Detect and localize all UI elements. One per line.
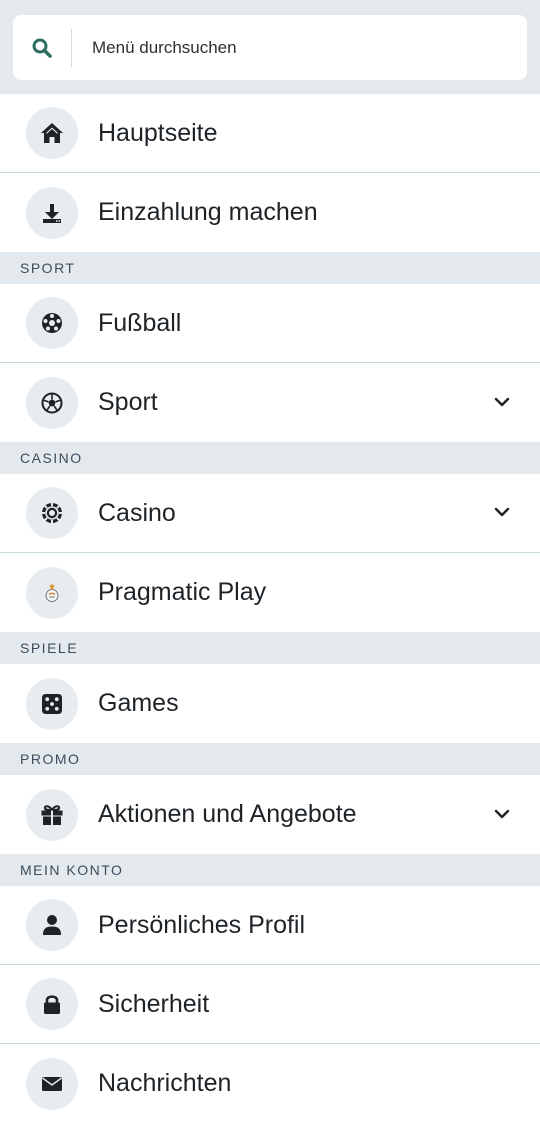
menu-item-profile[interactable]: Persönliches Profil bbox=[0, 886, 540, 965]
menu-item-label: Nachrichten bbox=[98, 1069, 232, 1097]
menu-item-label: Fußball bbox=[98, 308, 182, 337]
dice-icon bbox=[26, 677, 78, 730]
menu-item-label: Games bbox=[98, 689, 179, 717]
menu-item-casino[interactable]: Casino bbox=[0, 474, 540, 553]
menu-item-label: Sicherheit bbox=[98, 989, 210, 1018]
menu-item-pragmatic-play[interactable]: Pragmatic Play bbox=[0, 553, 540, 632]
menu-item-label: Hauptseite bbox=[98, 118, 218, 147]
menu-item-label: Aktionen und Angebote bbox=[98, 800, 357, 828]
menu-item-label: Einzahlung machen bbox=[98, 198, 318, 226]
menu-item-football[interactable]: Fußball bbox=[0, 284, 540, 363]
football-icon bbox=[26, 297, 78, 349]
menu-item-messages[interactable]: Nachrichten bbox=[0, 1044, 540, 1123]
search-input[interactable] bbox=[72, 36, 494, 59]
home-icon bbox=[26, 107, 78, 159]
menu-item-label: Persönliches Profil bbox=[98, 910, 306, 939]
menu-item-label: Pragmatic Play bbox=[98, 578, 267, 606]
soccer-ball-icon bbox=[26, 376, 78, 429]
menu-item-security[interactable]: Sicherheit bbox=[0, 965, 540, 1044]
section-header-casino: CASINO bbox=[0, 442, 540, 474]
download-icon bbox=[26, 186, 78, 239]
chevron-down-icon[interactable] bbox=[494, 507, 510, 517]
menu-item-games[interactable]: Games bbox=[0, 664, 540, 743]
search-area bbox=[0, 0, 540, 94]
search-icon[interactable] bbox=[13, 28, 72, 67]
lock-icon bbox=[26, 978, 78, 1030]
section-header-promo: PROMO bbox=[0, 743, 540, 775]
casino-chip-icon bbox=[26, 487, 78, 539]
section-header-account: MEIN KONTO bbox=[0, 854, 540, 886]
menu-item-label: Sport bbox=[98, 388, 158, 416]
menu-item-label: Casino bbox=[98, 498, 176, 527]
section-header-sport: SPORT bbox=[0, 252, 540, 284]
menu-item-sport[interactable]: Sport bbox=[0, 363, 540, 442]
menu-item-home[interactable]: Hauptseite bbox=[0, 94, 540, 173]
menu-item-promotions[interactable]: Aktionen und Angebote bbox=[0, 775, 540, 854]
gift-icon bbox=[26, 788, 78, 841]
section-header-games: SPIELE bbox=[0, 632, 540, 664]
search-bar[interactable] bbox=[13, 15, 527, 80]
envelope-icon bbox=[26, 1057, 78, 1110]
menu-item-deposit[interactable]: Einzahlung machen bbox=[0, 173, 540, 252]
pragmatic-play-icon bbox=[26, 566, 78, 619]
user-icon bbox=[26, 899, 78, 951]
chevron-down-icon[interactable] bbox=[494, 809, 510, 819]
chevron-down-icon[interactable] bbox=[494, 397, 510, 407]
